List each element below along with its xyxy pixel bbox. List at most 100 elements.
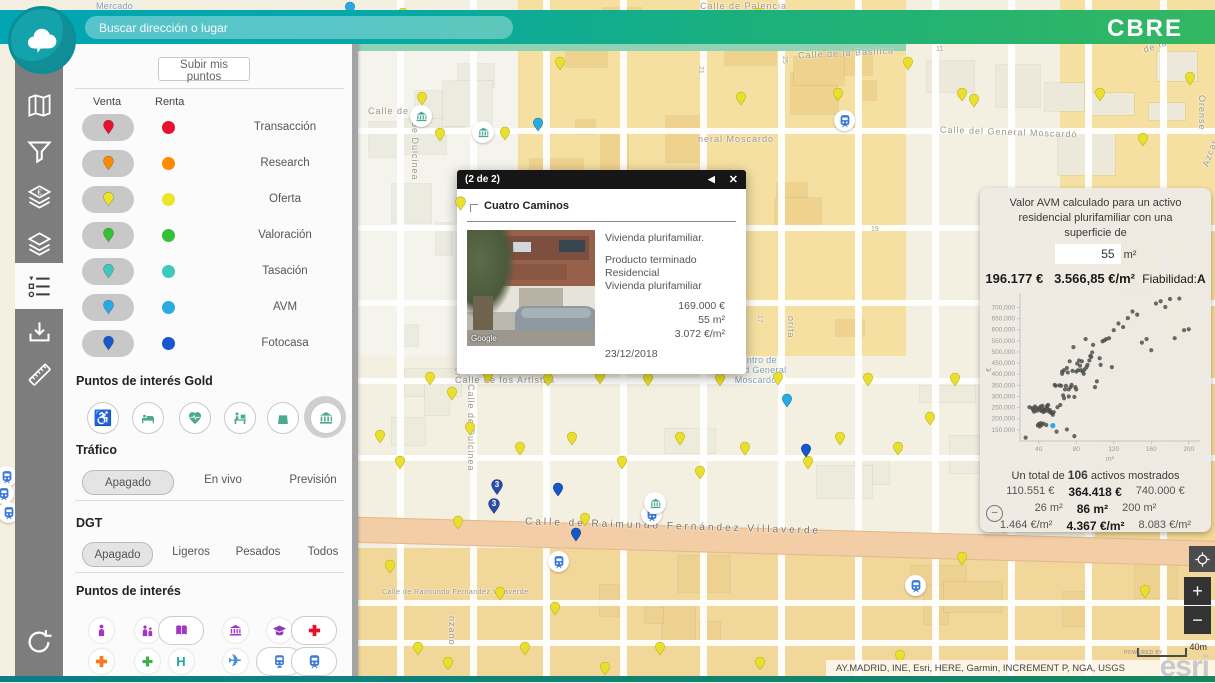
map-pin[interactable] bbox=[831, 86, 845, 103]
sidebar-item-filter[interactable] bbox=[15, 128, 63, 174]
venta-toggle-research[interactable] bbox=[82, 150, 134, 177]
venta-toggle-transacción[interactable] bbox=[82, 114, 134, 141]
map-pin[interactable] bbox=[901, 55, 915, 72]
map-pin[interactable] bbox=[451, 514, 465, 531]
map-pin[interactable] bbox=[771, 370, 785, 387]
map-pin[interactable] bbox=[891, 440, 905, 457]
map-cluster-pin[interactable]: 3 bbox=[489, 477, 505, 497]
venta-toggle-oferta[interactable] bbox=[82, 186, 134, 213]
poi-museum-button[interactable] bbox=[211, 616, 259, 644]
map-pin[interactable] bbox=[423, 370, 437, 387]
map-pin[interactable] bbox=[445, 385, 459, 402]
poi-person-button[interactable] bbox=[77, 616, 125, 644]
map-pin[interactable] bbox=[551, 481, 565, 498]
app-logo[interactable] bbox=[8, 6, 76, 74]
map-pin[interactable] bbox=[1136, 131, 1150, 148]
avm-surface-input[interactable] bbox=[1055, 244, 1121, 264]
upload-points-button[interactable]: Subir mis puntos bbox=[158, 57, 250, 81]
map-pin[interactable] bbox=[1183, 70, 1197, 87]
sidebar-item-ruler[interactable] bbox=[15, 351, 63, 397]
poi-letter-h-button[interactable]: H bbox=[157, 647, 205, 675]
renta-toggle-fotocasa[interactable] bbox=[162, 337, 175, 350]
zoom-out-button[interactable]: − bbox=[1184, 606, 1211, 634]
poi-plane-button[interactable]: ✈ bbox=[211, 647, 259, 675]
collapse-panel-button[interactable]: – bbox=[986, 505, 1003, 522]
map-pin[interactable] bbox=[753, 655, 767, 672]
gold-poi-bank-button[interactable] bbox=[310, 402, 342, 434]
renta-toggle-research[interactable] bbox=[162, 157, 175, 170]
map-cluster-pin[interactable]: 3 bbox=[486, 496, 502, 516]
map-pin[interactable] bbox=[548, 600, 562, 617]
venta-toggle-valoración[interactable] bbox=[82, 222, 134, 249]
zoom-in-button[interactable]: + bbox=[1184, 577, 1211, 605]
poi-book-button[interactable] bbox=[157, 616, 205, 644]
map-pin[interactable] bbox=[553, 55, 567, 72]
map-pin[interactable] bbox=[498, 125, 512, 142]
map-pin[interactable] bbox=[738, 440, 752, 457]
map-pin[interactable] bbox=[493, 585, 507, 602]
venta-toggle-avm[interactable] bbox=[82, 294, 134, 321]
trafico-option-en-vivo[interactable]: En vivo bbox=[188, 474, 258, 486]
map-pin[interactable] bbox=[1093, 86, 1107, 103]
renta-toggle-avm[interactable] bbox=[162, 301, 175, 314]
map-pin[interactable] bbox=[615, 454, 629, 471]
map-pin[interactable] bbox=[833, 430, 847, 447]
venta-toggle-tasación[interactable] bbox=[82, 258, 134, 285]
map-pin[interactable] bbox=[967, 92, 981, 109]
map-pin[interactable] bbox=[393, 454, 407, 471]
map-pin[interactable] bbox=[653, 640, 667, 657]
map-pin[interactable] bbox=[693, 464, 707, 481]
poi-cross-button[interactable] bbox=[290, 616, 338, 644]
popup-close-button[interactable]: ✕ bbox=[729, 173, 738, 186]
sidebar-item-layers[interactable] bbox=[15, 220, 63, 266]
gold-poi-heart-pulse-button[interactable] bbox=[179, 402, 211, 434]
map-pin[interactable] bbox=[433, 126, 447, 143]
map-pin[interactable] bbox=[513, 440, 527, 457]
map-pin[interactable] bbox=[518, 640, 532, 657]
trafico-option-apagado[interactable]: Apagado bbox=[82, 470, 174, 495]
dgt-option-ligeros[interactable]: Ligeros bbox=[161, 546, 221, 558]
sidebar-item-map[interactable] bbox=[15, 82, 63, 128]
map-pin[interactable] bbox=[411, 640, 425, 657]
map-pin[interactable] bbox=[383, 558, 397, 575]
map-pin[interactable] bbox=[673, 430, 687, 447]
gold-poi-wheelchair-button[interactable]: ♿ bbox=[87, 402, 119, 434]
poi-metro-button[interactable] bbox=[290, 647, 338, 675]
poi-cross-button[interactable] bbox=[77, 647, 125, 675]
map-pin[interactable] bbox=[373, 428, 387, 445]
dgt-option-apagado[interactable]: Apagado bbox=[82, 542, 153, 567]
map-pin[interactable] bbox=[948, 371, 962, 388]
map-pin[interactable] bbox=[565, 430, 579, 447]
map-pin[interactable] bbox=[780, 392, 794, 409]
trafico-option-previsión[interactable]: Previsión bbox=[278, 474, 348, 486]
refresh-button[interactable] bbox=[15, 622, 63, 662]
renta-toggle-valoración[interactable] bbox=[162, 229, 175, 242]
panel-scrollbar[interactable] bbox=[352, 44, 358, 676]
map-pin[interactable] bbox=[861, 371, 875, 388]
map-pin[interactable] bbox=[799, 442, 813, 459]
gold-poi-workplace-button[interactable] bbox=[224, 402, 256, 434]
map-pin[interactable] bbox=[463, 420, 477, 437]
map-pin[interactable] bbox=[531, 116, 545, 133]
sidebar-item-legend[interactable] bbox=[15, 263, 63, 309]
venta-toggle-fotocasa[interactable] bbox=[82, 330, 134, 357]
renta-toggle-transacción[interactable] bbox=[162, 121, 175, 134]
gold-poi-bed-button[interactable] bbox=[132, 402, 164, 434]
map-pin[interactable] bbox=[415, 90, 429, 107]
map-pin[interactable] bbox=[598, 660, 612, 677]
sidebar-item-download[interactable] bbox=[15, 309, 63, 355]
locate-button[interactable] bbox=[1189, 546, 1215, 572]
renta-toggle-oferta[interactable] bbox=[162, 193, 175, 206]
map-pin[interactable] bbox=[923, 410, 937, 427]
map-pin[interactable] bbox=[441, 655, 455, 672]
sidebar-item-layers-euro[interactable] bbox=[15, 174, 63, 220]
map-pin[interactable] bbox=[1138, 583, 1152, 600]
gold-poi-shopping-bag-button[interactable] bbox=[267, 402, 299, 434]
search-input[interactable] bbox=[85, 16, 513, 39]
dgt-option-pesados[interactable]: Pesados bbox=[228, 546, 288, 558]
popup-prev-button[interactable]: ◀ bbox=[708, 174, 715, 185]
map-pin[interactable] bbox=[569, 526, 583, 543]
map-pin[interactable] bbox=[734, 90, 748, 107]
renta-toggle-tasación[interactable] bbox=[162, 265, 175, 278]
dgt-option-todos[interactable]: Todos bbox=[298, 546, 348, 558]
